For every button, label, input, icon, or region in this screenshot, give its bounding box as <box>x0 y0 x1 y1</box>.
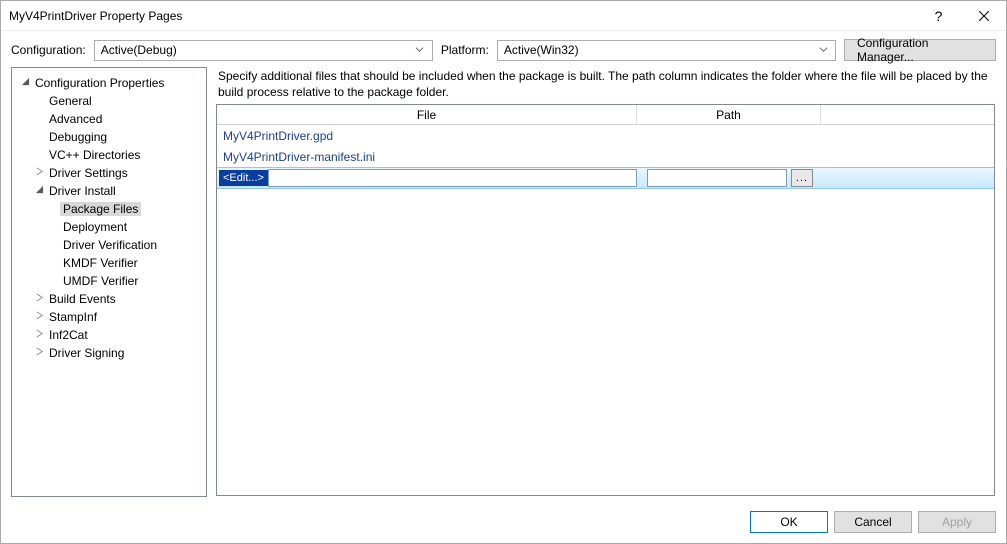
tree-item[interactable]: Advanced <box>14 110 204 128</box>
platform-label: Platform: <box>441 43 489 57</box>
tree-item[interactable]: Driver Install <box>14 182 204 200</box>
tree-expander-closed-icon[interactable] <box>32 167 46 179</box>
config-bar: Configuration: Active(Debug) Platform: A… <box>1 31 1006 67</box>
tree-item-label: Deployment <box>60 220 130 234</box>
grid-edit-row[interactable]: <Edit...>... <box>217 167 994 189</box>
tree-item-label: Driver Settings <box>46 166 131 180</box>
tree-item[interactable]: Deployment <box>14 218 204 236</box>
tree-item-label: VC++ Directories <box>46 148 143 162</box>
tree-item-label: Advanced <box>46 112 105 126</box>
column-header-file[interactable]: File <box>217 105 637 124</box>
tree-item-label: Driver Signing <box>46 346 127 360</box>
tree-expander-closed-icon[interactable] <box>32 293 46 305</box>
files-grid: File Path MyV4PrintDriver.gpdMyV4PrintDr… <box>216 104 995 496</box>
footer: OK Cancel Apply <box>1 505 1006 543</box>
tree-item-label: StampInf <box>46 310 100 324</box>
tree-item-label: General <box>46 94 95 108</box>
tree-item-label: KMDF Verifier <box>60 256 141 270</box>
cell-file: MyV4PrintDriver-manifest.ini <box>217 150 637 164</box>
chevron-down-icon <box>815 43 831 57</box>
ok-button[interactable]: OK <box>750 511 828 533</box>
close-icon <box>979 11 989 21</box>
help-button[interactable]: ? <box>916 1 961 30</box>
configuration-combo[interactable]: Active(Debug) <box>94 40 433 61</box>
tree-item-label: Inf2Cat <box>46 328 91 342</box>
configuration-value: Active(Debug) <box>101 43 177 57</box>
platform-combo[interactable]: Active(Win32) <box>497 40 836 61</box>
apply-button[interactable]: Apply <box>918 511 996 533</box>
tree-item[interactable]: StampInf <box>14 308 204 326</box>
grid-body: MyV4PrintDriver.gpd MyV4PrintDriver-manif… <box>217 125 994 495</box>
tree-item[interactable]: Driver Settings <box>14 164 204 182</box>
tree-item[interactable]: Build Events <box>14 290 204 308</box>
titlebar: MyV4PrintDriver Property Pages ? <box>1 1 1006 31</box>
tree-expander-open-icon[interactable] <box>32 185 46 197</box>
tree-expander-closed-icon[interactable] <box>32 347 46 359</box>
tree-item[interactable]: Debugging <box>14 128 204 146</box>
right-pane: Specify additional files that should be … <box>215 67 996 497</box>
tree-item[interactable]: Inf2Cat <box>14 326 204 344</box>
tree-item[interactable]: VC++ Directories <box>14 146 204 164</box>
file-input[interactable] <box>268 169 637 187</box>
configuration-label: Configuration: <box>11 43 86 57</box>
tree-item-label: Driver Install <box>46 184 119 198</box>
property-pages-window: MyV4PrintDriver Property Pages ? Configu… <box>0 0 1007 544</box>
edit-path-cell: ... <box>637 169 821 187</box>
tree-item-label: Build Events <box>46 292 119 306</box>
tree-item-label: Debugging <box>46 130 110 144</box>
edit-file-cell: <Edit...> <box>217 169 637 187</box>
description-text: Specify additional files that should be … <box>216 68 995 104</box>
tree-item[interactable]: General <box>14 92 204 110</box>
tree-item[interactable]: Package Files <box>14 200 204 218</box>
edit-placeholder-tag[interactable]: <Edit...> <box>219 170 268 186</box>
grid-row[interactable]: MyV4PrintDriver.gpd <box>217 125 994 146</box>
tree-item-label: Configuration Properties <box>32 76 167 90</box>
cell-file: MyV4PrintDriver.gpd <box>217 129 637 143</box>
chevron-down-icon <box>412 43 428 57</box>
configuration-manager-button[interactable]: Configuration Manager... <box>844 39 996 61</box>
tree-item[interactable]: Driver Signing <box>14 344 204 362</box>
path-input[interactable] <box>647 169 787 187</box>
grid-row[interactable]: MyV4PrintDriver-manifest.ini <box>217 146 994 167</box>
column-header-spacer <box>821 105 994 124</box>
tree-expander-closed-icon[interactable] <box>32 329 46 341</box>
tree-expander-open-icon[interactable] <box>18 77 32 89</box>
platform-value: Active(Win32) <box>504 43 579 57</box>
tree-item[interactable]: UMDF Verifier <box>14 272 204 290</box>
column-header-path[interactable]: Path <box>637 105 821 124</box>
cancel-button[interactable]: Cancel <box>834 511 912 533</box>
tree-item-label: UMDF Verifier <box>60 274 141 288</box>
tree-item[interactable]: Driver Verification <box>14 236 204 254</box>
browse-button[interactable]: ... <box>791 169 813 187</box>
properties-tree[interactable]: Configuration Properties General Advance… <box>11 67 207 497</box>
window-title: MyV4PrintDriver Property Pages <box>9 9 182 23</box>
tree-item[interactable]: Configuration Properties <box>14 74 204 92</box>
grid-header: File Path <box>217 105 994 125</box>
body: Configuration Properties General Advance… <box>1 67 1006 505</box>
close-button[interactable] <box>961 1 1006 30</box>
tree-item-label: Driver Verification <box>60 238 160 252</box>
tree-expander-closed-icon[interactable] <box>32 311 46 323</box>
tree-item-label: Package Files <box>60 202 141 216</box>
tree-item[interactable]: KMDF Verifier <box>14 254 204 272</box>
